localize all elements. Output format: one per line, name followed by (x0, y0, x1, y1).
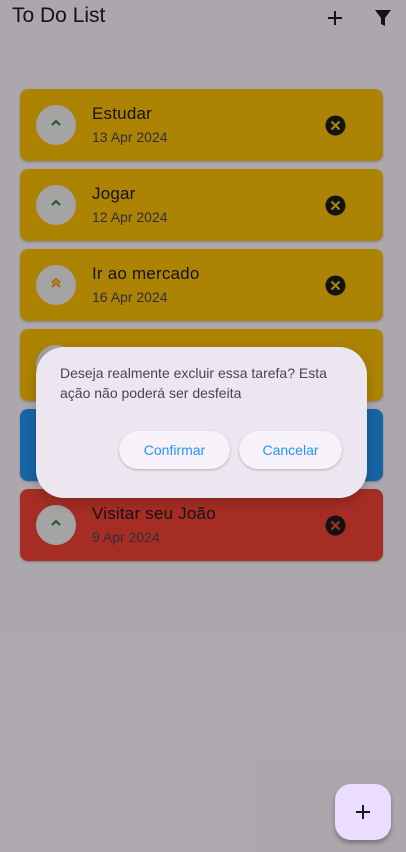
cancel-button[interactable]: Cancelar (239, 431, 342, 469)
confirm-button[interactable]: Confirmar (119, 431, 230, 469)
delete-confirm-dialog: Deseja realmente excluir essa tarefa? Es… (36, 347, 367, 498)
plus-icon (356, 805, 370, 819)
dialog-message: Deseja realmente excluir essa tarefa? Es… (60, 365, 327, 401)
add-task-fab[interactable] (335, 784, 391, 840)
